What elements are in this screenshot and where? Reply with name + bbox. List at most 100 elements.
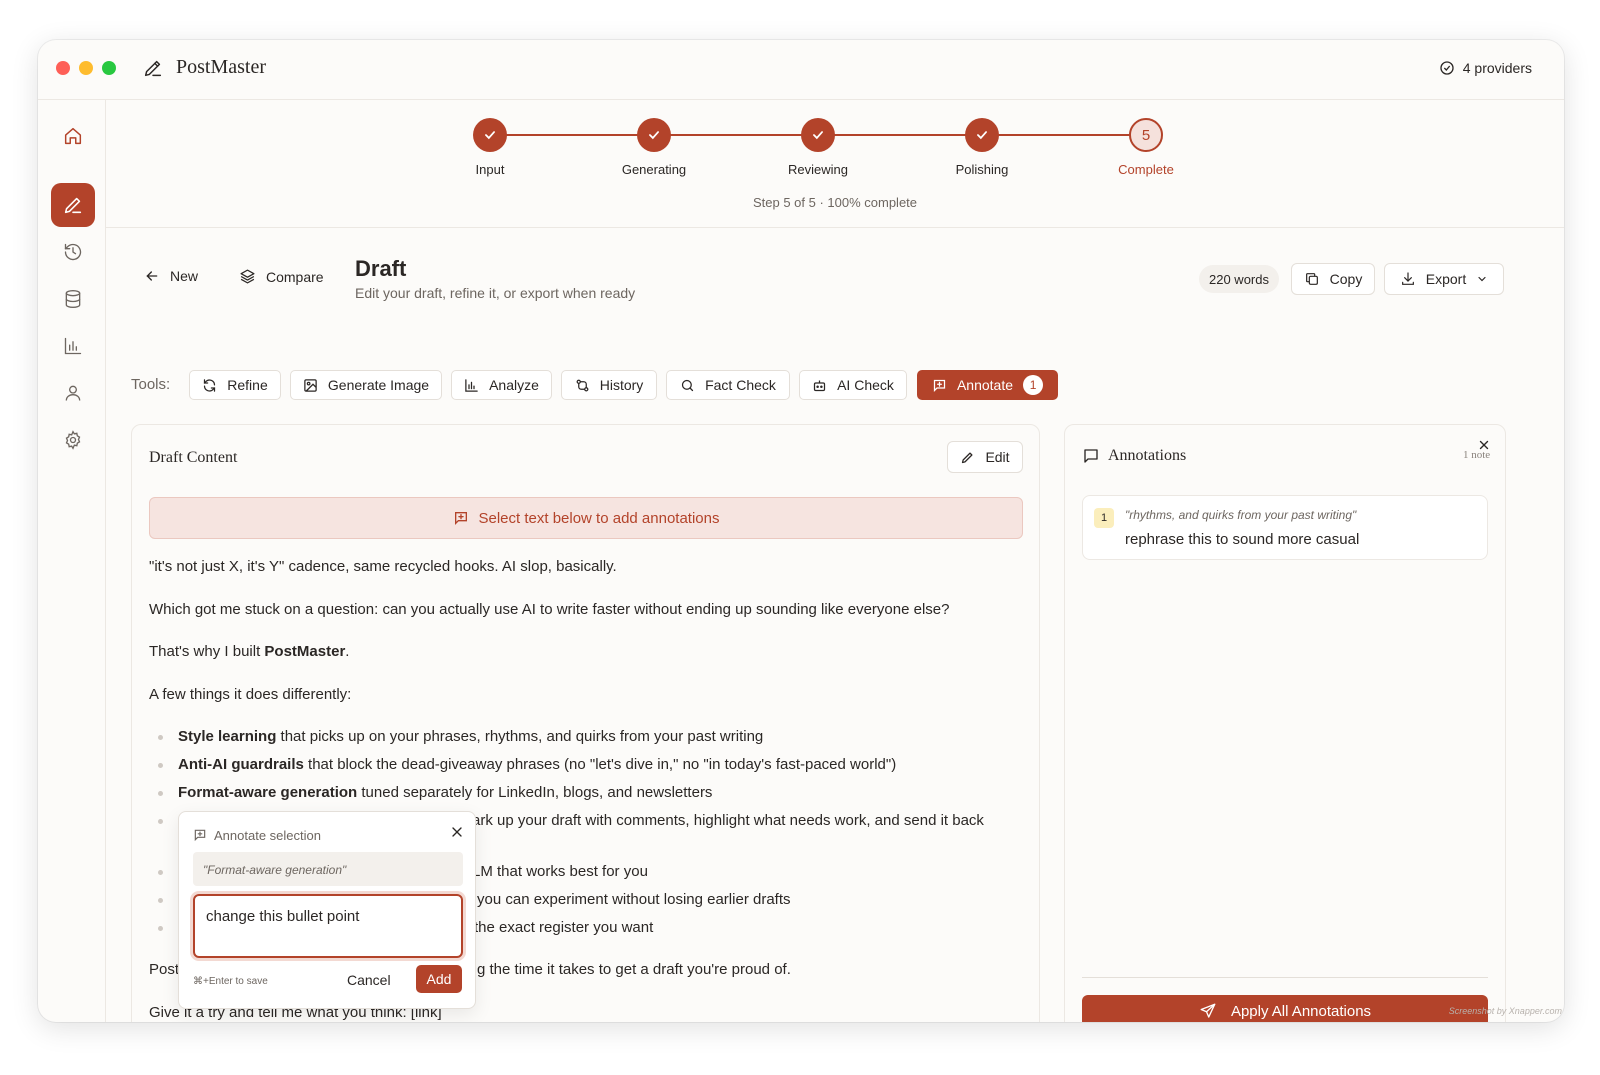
step-complete: 5 Complete [1086,118,1206,177]
step-label: Polishing [955,162,1009,177]
bullet-item[interactable]: Anti-AI guardrails that block the dead-g… [178,756,896,773]
tool-ai-check-button[interactable]: AI Check [799,370,907,400]
history-icon [63,242,83,262]
annotate-popover: Annotate selection "Format-aware generat… [178,811,476,1009]
draft-paragraph[interactable]: Which got me stuck on a question: can yo… [149,601,949,618]
database-icon [63,289,83,309]
compare-label: Compare [266,268,324,285]
sidebar-item-history[interactable] [51,230,95,274]
draft-paragraph-end[interactable]: g the time it takes to get a draft you'r… [477,961,791,978]
edit-button[interactable]: Edit [947,441,1023,473]
bullet-dot [158,870,163,875]
user-icon [63,383,83,403]
text-run: that picks up on your phrases, rhythms, … [276,728,764,745]
check-icon [473,118,507,152]
edit-label: Edit [985,449,1010,465]
bullet-item[interactable]: the exact register you want [474,919,653,936]
annotations-panel: Annotations 1 note 1 "rhythms, and quirk… [1064,424,1506,1022]
bullet-dot [158,898,163,903]
draft-header: New Compare Draft Edit your draft, refin… [106,228,1564,328]
app-name: PostMaster [176,56,266,78]
pencil-icon [960,450,975,465]
apply-all-annotations-button[interactable]: Apply All Annotations [1082,995,1488,1022]
sidebar [38,100,106,1022]
refresh-icon [202,378,217,393]
annotation-input[interactable]: change this bullet point [193,894,463,958]
new-button[interactable]: New [144,268,198,284]
download-icon [1400,271,1416,287]
app-window: PostMaster 4 providers Input Generating … [38,40,1564,1022]
draft-content-panel: Draft Content Edit Select text below to … [131,424,1040,1022]
search-icon [680,378,695,393]
bullet-item[interactable]: you can experiment without losing earlie… [477,891,791,908]
tool-fact-check-button[interactable]: Fact Check [666,370,790,400]
image-icon [303,378,318,393]
page-subtitle: Edit your draft, refine it, or export wh… [355,285,636,301]
tool-analyze-button[interactable]: Analyze [451,370,552,400]
copy-label: Copy [1329,271,1363,287]
sidebar-item-settings[interactable] [51,418,95,462]
bold-text: Format-aware generation [178,784,358,801]
annotation-hint: Select text below to add annotations [149,497,1023,539]
bullet-item[interactable]: Format-aware generation tuned separately… [178,784,712,801]
gear-icon [63,430,83,450]
compare-button[interactable]: Compare [239,268,324,285]
tool-refine-button[interactable]: Refine [189,370,281,400]
annotation-card[interactable]: 1 "rhythms, and quirks from your past wr… [1082,495,1488,560]
bullet-dot [158,819,163,824]
tool-generate-image-button[interactable]: Generate Image [290,370,442,400]
tool-label: History [599,377,644,393]
sidebar-item-home[interactable] [51,114,95,158]
close-window-button[interactable] [56,61,70,75]
draft-paragraph[interactable]: "it's not just X, it's Y" cadence, same … [149,558,617,575]
bullet-item[interactable]: ark up your draft with comments, highlig… [472,812,984,829]
copy-icon [1304,271,1320,287]
bullet-item[interactable]: LM that works best for you [472,863,648,880]
pen-icon [62,194,84,216]
annotate-icon [193,828,207,842]
export-label: Export [1425,271,1467,287]
maximize-window-button[interactable] [102,61,116,75]
draft-paragraph[interactable]: A few things it does differently: [149,686,351,703]
hint-text: Select text below to add annotations [478,509,720,527]
divider [1082,977,1488,978]
minimize-window-button[interactable] [79,61,93,75]
brand: PostMaster [142,56,266,79]
sidebar-item-profile[interactable] [51,371,95,415]
bold-text: Anti-AI guardrails [178,756,304,773]
tool-label: Refine [227,377,268,393]
draft-paragraph-start[interactable]: Post [149,961,179,978]
tools-label: Tools: [131,376,171,393]
tool-history-button[interactable]: History [561,370,657,400]
check-icon [637,118,671,152]
annotation-quote: "rhythms, and quirks from your past writ… [1125,508,1357,522]
sidebar-item-analytics[interactable] [51,324,95,368]
main-content: Input Generating Reviewing Polishing 5 C… [106,100,1564,1022]
sidebar-item-compose[interactable] [51,183,95,227]
bullet-dot [158,926,163,931]
draft-paragraph[interactable]: That's why I built PostMaster. [149,643,349,660]
bullet-item[interactable]: Style learning that picks up on your phr… [178,728,763,745]
layers-icon [239,268,256,285]
word-count-badge: 220 words [1199,265,1279,293]
close-icon[interactable] [1477,438,1491,452]
close-icon[interactable] [449,824,465,840]
add-button[interactable]: Add [416,965,462,993]
copy-button[interactable]: Copy [1291,263,1375,295]
annotations-title: Annotations [1108,447,1187,464]
text-run: That's why I built [149,643,265,660]
tool-label: Fact Check [705,377,776,393]
check-icon [801,118,835,152]
providers-status[interactable]: 4 providers [1439,60,1532,76]
text-run: . [345,643,350,660]
sidebar-item-database[interactable] [51,277,95,321]
export-button[interactable]: Export [1384,263,1504,295]
progress-stepper: Input Generating Reviewing Polishing 5 C… [106,100,1564,228]
cancel-button[interactable]: Cancel [347,972,391,988]
tool-annotate-button[interactable]: Annotate 1 [917,370,1058,400]
annotation-note: rephrase this to sound more casual [1125,531,1360,548]
bullet-dot [158,735,163,740]
step-input: Input [430,118,550,177]
popover-title: Annotate selection [214,828,321,843]
check-icon [965,118,999,152]
